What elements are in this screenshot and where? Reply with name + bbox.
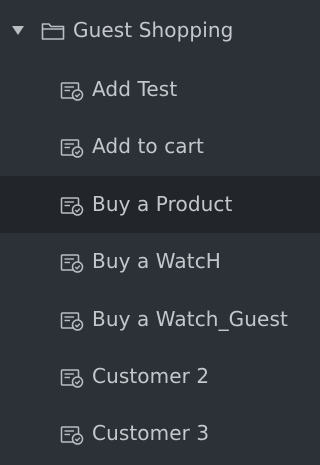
folder-guest-shopping[interactable]: Guest Shopping bbox=[0, 0, 320, 58]
tree-item-label: Add to cart bbox=[92, 134, 204, 158]
test-case-icon bbox=[60, 197, 84, 216]
tree-item-buy-a-watch[interactable]: Buy a WatcH bbox=[0, 233, 320, 290]
tree-item-label: Buy a Product bbox=[92, 192, 233, 216]
test-case-icon bbox=[60, 139, 84, 158]
test-case-icon bbox=[60, 254, 84, 273]
test-case-icon bbox=[60, 426, 84, 445]
test-case-icon bbox=[60, 369, 84, 388]
tree-item-buy-a-watch-guest[interactable]: Buy a Watch_Guest bbox=[0, 291, 320, 348]
folder-label: Guest Shopping bbox=[73, 18, 234, 42]
tree-item-add-to-cart[interactable]: Add to cart bbox=[0, 118, 320, 175]
tree-item-add-test[interactable]: Add Test bbox=[0, 61, 320, 118]
tree-item-label: Add Test bbox=[92, 77, 178, 101]
caret-down-icon[interactable] bbox=[12, 26, 24, 35]
tree-item-customer-2[interactable]: Customer 2 bbox=[0, 348, 320, 405]
test-case-icon bbox=[60, 312, 84, 331]
folder-icon bbox=[41, 23, 65, 40]
tree-item-label: Customer 2 bbox=[92, 364, 210, 388]
test-case-icon bbox=[60, 82, 84, 101]
tree-item-label: Buy a Watch_Guest bbox=[92, 307, 288, 331]
tree-item-buy-a-product[interactable]: Buy a Product bbox=[0, 176, 320, 233]
test-tree-panel: Guest Shopping Add Test Add to cart Buy … bbox=[0, 0, 320, 465]
tree-item-label: Buy a WatcH bbox=[92, 249, 221, 273]
tree-item-customer-3[interactable]: Customer 3 bbox=[0, 405, 320, 462]
tree-item-label: Customer 3 bbox=[92, 421, 210, 445]
